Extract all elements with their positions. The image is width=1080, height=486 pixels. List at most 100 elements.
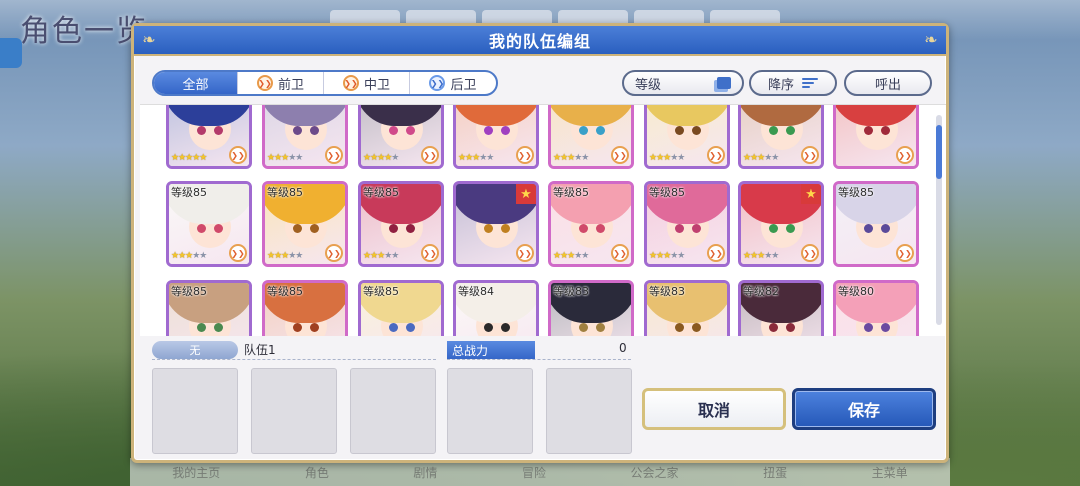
star-rank: ★★★★★ (171, 251, 207, 261)
character-card[interactable]: 等级85❯❯ (358, 280, 444, 336)
character-card[interactable]: 等级85 ❯❯ (833, 181, 919, 267)
star-rank: ★★★★★ (363, 251, 399, 261)
character-card[interactable]: 等级84❯❯ (453, 280, 539, 336)
bottom-nav-item: 扭蛋 (763, 465, 788, 480)
star-rank: ★★★★★ (267, 153, 303, 163)
dialog-header: 我的队伍编组 (134, 26, 946, 56)
character-level: 等级82 (743, 285, 779, 298)
position-icon: ❯❯ (801, 244, 819, 262)
character-card[interactable]: ★★★★★ ❯❯ (453, 105, 539, 169)
total-power-label: 总战力 (447, 341, 535, 359)
star-rank: ★★★★★ (458, 153, 494, 163)
character-card[interactable]: 等级85 ★★★★★ ❯❯ (644, 181, 730, 267)
character-card[interactable]: ★★★★★ ❯❯ ★ (738, 181, 824, 267)
character-card[interactable]: 等级85 ★★★★★ ❯❯ (548, 181, 634, 267)
party-slot-4[interactable] (447, 368, 533, 454)
grid-scrollbar[interactable] (936, 115, 942, 325)
star-rank: ★★★★★ (743, 153, 779, 163)
character-card[interactable]: ★★★★★ ❯❯ (548, 105, 634, 169)
character-card[interactable]: 等级83❯❯ (548, 280, 634, 336)
bottom-nav-item: 剧情 (413, 465, 438, 480)
star-rank: ★★★★★ (553, 153, 589, 163)
character-level: 等级83 (649, 285, 685, 298)
party-slot-5[interactable] (546, 368, 632, 454)
scroll-thumb[interactable] (936, 125, 942, 179)
position-icon: ❯❯ (516, 244, 534, 262)
party-slot-2[interactable] (251, 368, 337, 454)
star-badge-icon: ★ (801, 184, 821, 204)
rearguard-icon: ❯❯ (429, 75, 446, 91)
character-level: 等级85 (267, 186, 303, 199)
tab-rearguard[interactable]: ❯❯ 后卫 (410, 72, 496, 94)
call-button[interactable]: 呼出 (844, 70, 932, 96)
party-tag: 无 (152, 341, 238, 359)
position-icon: ❯❯ (707, 244, 725, 262)
party-slot-1[interactable] (152, 368, 238, 454)
character-level: 等级85 (553, 186, 589, 199)
character-card[interactable]: ★★★★★ ❯❯ (358, 105, 444, 169)
character-card[interactable]: ❯❯ ★ (453, 181, 539, 267)
corner-ornament-icon: ❧ (142, 29, 156, 49)
bottom-nav-item: 我的主页 (172, 465, 221, 480)
bottom-nav-item: 公会之家 (630, 465, 679, 480)
character-level: 等级85 (363, 186, 399, 199)
star-rank: ★★★★★ (171, 153, 207, 163)
position-icon: ❯❯ (229, 146, 247, 164)
tab-midguard[interactable]: ❯❯ 中卫 (324, 72, 410, 94)
character-card[interactable]: ★★★★★ ❯❯ (644, 105, 730, 169)
character-level: 等级85 (267, 285, 303, 298)
cancel-button[interactable]: 取消 (642, 388, 786, 430)
position-icon: ❯❯ (611, 244, 629, 262)
character-card[interactable]: ★★★★★ ❯❯ (166, 105, 252, 169)
character-card[interactable]: ★★★★★ ❯❯ (738, 105, 824, 169)
bottom-nav-item: 主菜单 (871, 465, 908, 480)
sort-type-icon (717, 77, 731, 89)
position-icon: ❯❯ (611, 146, 629, 164)
total-power-value: 0 (619, 341, 627, 355)
character-card[interactable]: 等级85 ★★★★★ ❯❯ (262, 181, 348, 267)
power-divider (447, 359, 631, 360)
corner-ornament-icon: ❧ (924, 29, 938, 49)
character-card[interactable]: 等级83❯❯ (644, 280, 730, 336)
character-level: 等级83 (553, 285, 589, 298)
background-title: 角色一览 (20, 14, 148, 49)
position-icon: ❯❯ (896, 146, 914, 164)
party-slot-3[interactable] (350, 368, 436, 454)
character-card[interactable]: 等级85❯❯ (262, 280, 348, 336)
save-button[interactable]: 保存 (792, 388, 936, 430)
tab-vanguard[interactable]: ❯❯ 前卫 (238, 72, 324, 94)
character-card[interactable]: 等级82❯❯ (738, 280, 824, 336)
character-card[interactable]: 等级85❯❯ (166, 280, 252, 336)
tab-all[interactable]: 全部 (154, 72, 238, 94)
character-card[interactable]: ❯❯ (833, 105, 919, 169)
star-rank: ★★★★★ (363, 153, 399, 163)
position-icon: ❯❯ (421, 146, 439, 164)
sort-order-icon (802, 78, 818, 88)
character-card[interactable]: 等级85 ★★★★★ ❯❯ (358, 181, 444, 267)
bottom-nav-item: 角色 (304, 465, 329, 480)
sort-level-button[interactable]: 等级 (622, 70, 744, 96)
character-card[interactable]: ★★★★★ ❯❯ (262, 105, 348, 169)
dialog-title: 我的队伍编组 (488, 32, 591, 51)
character-card[interactable]: 等级85 ★★★★★ ❯❯ (166, 181, 252, 267)
position-filter-tabs: 全部 ❯❯ 前卫 ❯❯ 中卫 ❯❯ 后卫 (152, 70, 498, 96)
position-icon: ❯❯ (516, 146, 534, 164)
character-card[interactable]: 等级80❯❯ (833, 280, 919, 336)
character-level: 等级85 (363, 285, 399, 298)
character-level: 等级80 (838, 285, 874, 298)
star-rank: ★★★★★ (743, 251, 779, 261)
position-icon: ❯❯ (896, 244, 914, 262)
party-name: 队伍1 (244, 343, 276, 357)
star-rank: ★★★★★ (553, 251, 589, 261)
star-rank: ★★★★★ (649, 251, 685, 261)
star-badge-icon: ★ (516, 184, 536, 204)
position-icon: ❯❯ (229, 244, 247, 262)
sort-order-button[interactable]: 降序 (749, 70, 837, 96)
position-icon: ❯❯ (707, 146, 725, 164)
party-divider (152, 359, 436, 360)
character-level: 等级85 (838, 186, 874, 199)
character-level: 等级84 (458, 285, 494, 298)
character-grid[interactable]: ★★★★★ ❯❯ ★★★★★ ❯❯ ★★★★★ ❯❯ ★★★★★ ❯❯ ★★★★★ ❯❯ ★★★★★… (140, 104, 946, 336)
team-formation-dialog: 我的队伍编组 ❧ ❧ 全部 ❯❯ 前卫 ❯❯ 中卫 ❯❯ 后卫 等级 降序 呼出 (131, 23, 949, 463)
star-rank: ★★★★★ (649, 153, 685, 163)
